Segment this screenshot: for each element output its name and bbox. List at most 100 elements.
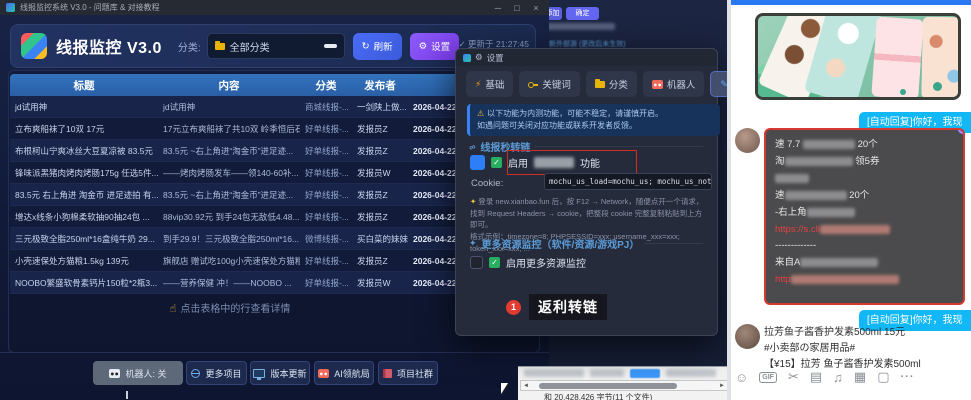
robot-toggle-button[interactable]: 机器人: 关: [93, 361, 183, 385]
warning-line1: 以下功能为内测功能，可能不稳定，请谨慎开启。: [487, 109, 663, 118]
ai-button[interactable]: AI领航局: [314, 361, 374, 385]
monitor-icon: [253, 369, 265, 378]
cookie-input[interactable]: mochu_us_load=mochu_us; mochu_us_notice: [544, 173, 712, 190]
tab-label: 基础: [485, 77, 504, 91]
forwarded-deal-bubble[interactable]: 速 7.7 20个 淘 领5券 速 20个 -右上角 https://s.cli…: [764, 128, 965, 305]
horizontal-scrollbar[interactable]: ◄ ►: [520, 380, 728, 391]
main-titlebar: 线报监控系统 V3.0 - 问题库 & 对接教程 ─ □ ×: [0, 0, 549, 15]
section-divider: [535, 146, 703, 147]
folder-icon[interactable]: ▤: [810, 369, 822, 385]
tab-robot[interactable]: 机器人: [643, 71, 705, 97]
col-header-content[interactable]: 内容: [158, 78, 300, 93]
tab-label: 分类: [609, 77, 628, 91]
cell-title: 布根柯山宁爽冰丝大豆夏凉被 83.5元: [10, 145, 158, 157]
smiley-icon[interactable]: ☺: [735, 370, 748, 385]
cell-publisher: 一剑陕上做...: [352, 101, 408, 113]
cell-content: jd试用神: [158, 101, 300, 113]
chat-top-accent-bar: [731, 0, 971, 5]
checkbox-label: 启用更多资源监控: [506, 255, 586, 270]
settings-button[interactable]: ⚙ 设置: [410, 33, 460, 60]
selected-item-highlight[interactable]: [630, 369, 660, 378]
col-header-title[interactable]: 标题: [10, 78, 158, 93]
scroll-left-icon[interactable]: ◄: [521, 383, 531, 389]
category-value: 全部分类: [230, 39, 270, 54]
tab-category[interactable]: 分类: [586, 71, 637, 97]
section-more-resources: ✦ 更多资源监控（软件/资源/游戏PJ）: [469, 236, 703, 251]
gear-icon: ⚙: [475, 52, 483, 63]
community-button[interactable]: 项目社群: [378, 361, 438, 385]
decor-ball: [933, 82, 942, 91]
scrollbar-thumb[interactable]: [539, 383, 677, 389]
avatar[interactable]: [735, 324, 760, 349]
checked-checkbox-icon[interactable]: ✓: [491, 157, 502, 168]
maximize-icon[interactable]: □: [510, 3, 524, 13]
deal-divider: -------------: [775, 238, 954, 255]
col-header-category[interactable]: 分类: [300, 78, 352, 93]
tab-label: 关键词: [542, 77, 571, 91]
gif-icon[interactable]: GIF: [759, 372, 777, 383]
cell-content: 83.5元 ~右上角进“淘金币”进足迹...: [158, 189, 300, 201]
decor-ball: [900, 89, 906, 95]
refresh-icon: ↻: [362, 41, 370, 52]
dialog-title: 设置: [487, 52, 504, 64]
tab-keywords[interactable]: 关键词: [519, 71, 580, 97]
more-projects-button[interactable]: 更多项目: [186, 361, 247, 385]
cell-content: ——营养保健 冲！——NOOBO ...: [158, 277, 300, 289]
cell-publisher: 发报员Z: [352, 145, 408, 157]
music-icon[interactable]: ♫: [833, 370, 843, 385]
category-dropdown[interactable]: 全部分类: [207, 33, 345, 59]
toggle-checkbox[interactable]: [470, 155, 485, 170]
sticker-card: [871, 16, 923, 99]
deal-link[interactable]: http: [775, 272, 954, 289]
cell-publisher: 发报员Z: [352, 255, 408, 267]
robot-toggle-label: 机器人: 关: [125, 367, 166, 380]
app-icon: [6, 3, 15, 12]
deal-link[interactable]: https://s.cli: [775, 222, 954, 239]
cell-publisher: 发报员W: [352, 167, 408, 179]
chat-toolbar: ☺ GIF ✂ ▤ ♫ ▦ ▢ ···: [735, 369, 915, 385]
deal-line: 速 20个: [775, 188, 954, 205]
deal-line: 速 7.7 20个: [775, 137, 954, 154]
annotation-red-box: [507, 150, 637, 175]
cell-category: 好单线报-...: [300, 167, 352, 179]
unchecked-checkbox[interactable]: [470, 256, 483, 269]
tip-line1: 登录 new.xianbao.fun 后，按 F12 → Network，随便点…: [478, 197, 703, 206]
footer-divider: [0, 352, 549, 353]
cell-category: 好单线报-...: [300, 123, 352, 135]
deal-line: 淘 领5券: [775, 154, 954, 171]
minimize-icon[interactable]: ─: [491, 3, 505, 13]
folder-icon: [595, 81, 605, 88]
confirm-button[interactable]: 确定: [566, 7, 599, 20]
version-update-button[interactable]: 版本更新: [250, 361, 310, 385]
picture-icon[interactable]: ▦: [854, 369, 866, 385]
avatar[interactable]: [735, 128, 760, 153]
warning-line2: 如遇问题可关闭对应功能或联系开发者反馈。: [477, 121, 637, 130]
cell-category: 商城线报-...: [300, 101, 352, 113]
tab-basic[interactable]: ⚡ 基础: [466, 71, 513, 97]
bulb-icon: ✦: [470, 197, 476, 206]
table-hint: ☝点击表格中的行查看详情: [10, 300, 450, 315]
window-icon[interactable]: ▢: [877, 369, 889, 385]
taskbar-divider: [126, 391, 128, 399]
settings-label: 设置: [431, 39, 450, 53]
checked-checkbox-icon[interactable]: ✓: [489, 257, 500, 268]
scroll-right-icon[interactable]: ►: [717, 383, 727, 389]
dialog-app-icon: [463, 54, 471, 62]
censored-block: [666, 369, 716, 377]
col-header-publisher[interactable]: 发布者: [352, 78, 408, 93]
annotation-label: 返利转链: [529, 294, 607, 320]
annotation-number-badge: 1: [506, 300, 521, 315]
hint-text: 点击表格中的行查看详情: [180, 304, 290, 315]
chat-image-message[interactable]: [755, 13, 961, 100]
mouse-cursor: [501, 383, 508, 394]
scissors-icon[interactable]: ✂: [788, 369, 799, 385]
category-label: 分类:: [178, 39, 201, 54]
cell-publisher: 发报员Z: [352, 211, 408, 223]
refresh-button[interactable]: ↻ 刷新: [353, 33, 402, 60]
censored-block: [524, 369, 584, 377]
enable-convert-row: ✓ 启用 功能: [470, 155, 600, 170]
cell-category: 好单线报-...: [300, 255, 352, 267]
close-icon[interactable]: ×: [529, 3, 543, 13]
more-icon[interactable]: ···: [901, 371, 915, 383]
cell-publisher: 发报员W: [352, 277, 408, 289]
